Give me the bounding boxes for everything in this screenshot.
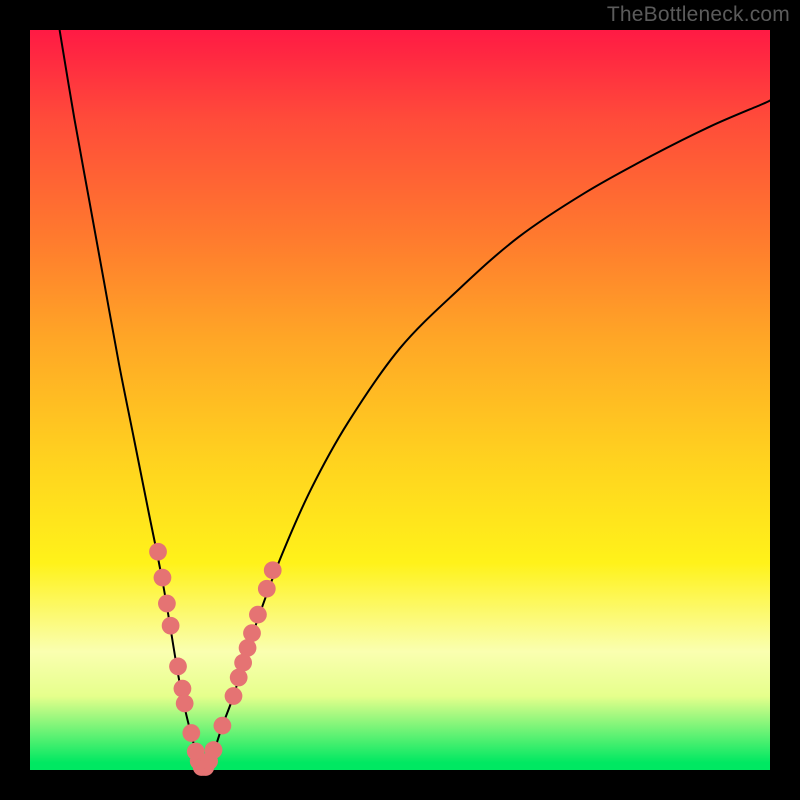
marker-dot [162, 617, 180, 635]
watermark-text: TheBottleneck.com [607, 3, 790, 27]
marker-dot [169, 658, 187, 676]
marker-dot [258, 580, 276, 598]
marker-dot [264, 561, 282, 579]
outer-frame: TheBottleneck.com [0, 0, 800, 800]
marker-dot [154, 569, 172, 587]
plot-area [30, 30, 770, 770]
marker-group [149, 543, 281, 776]
marker-dot [243, 624, 261, 642]
curve-right-branch [202, 100, 770, 770]
chart-svg [30, 30, 770, 770]
marker-dot [225, 687, 243, 705]
marker-dot [205, 741, 223, 759]
marker-dot [249, 606, 267, 624]
marker-dot [176, 695, 194, 713]
marker-dot [149, 543, 167, 561]
marker-dot [214, 717, 232, 735]
marker-dot [158, 595, 176, 613]
marker-dot [182, 724, 200, 742]
